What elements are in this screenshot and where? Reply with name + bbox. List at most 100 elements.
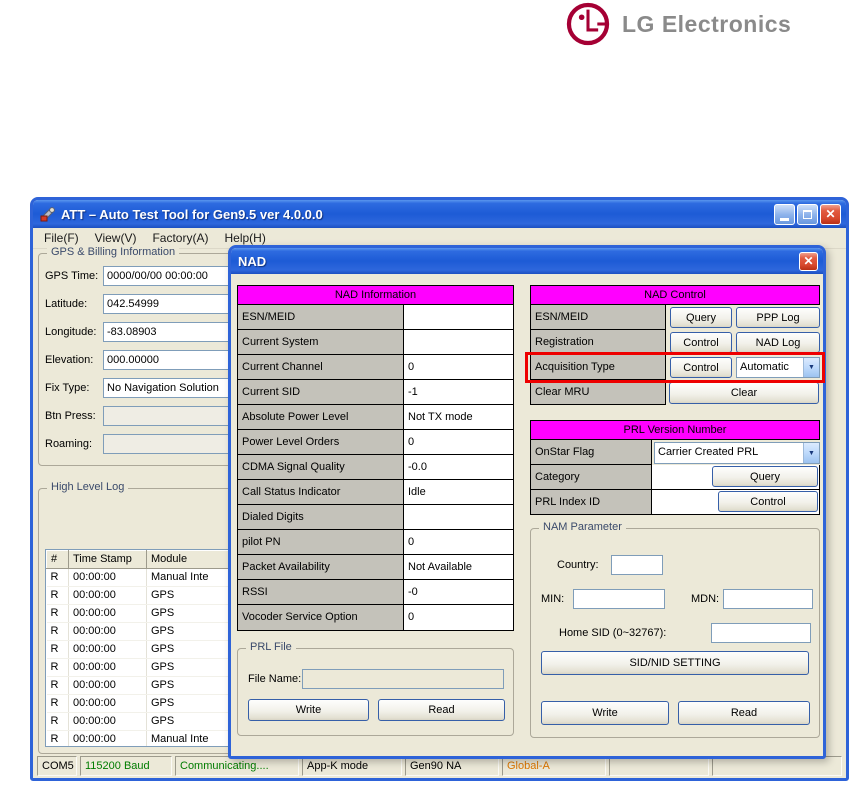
log-cell: 00:00:00 [68,604,147,623]
minimize-button[interactable] [774,203,795,225]
log-cell: 00:00:00 [68,658,147,677]
btn-press-label: Btn Press: [45,410,96,422]
acquisition-type-row: Acquisition Type Control Automatic ▼ [530,355,820,380]
lg-logo: LG Electronics [566,2,791,46]
prl-index-label: PRL Index ID [530,490,652,515]
log-cell: R [46,586,69,605]
file-name-input[interactable] [302,669,504,689]
status-baud: 115200 Baud [80,756,172,776]
esn-query-button[interactable]: Query [670,307,732,328]
registration-control-button[interactable]: Control [670,332,732,353]
nad-info-label: Packet Availability [238,555,404,580]
prl-file-group: PRL File File Name: Write Read [237,641,514,736]
close-icon: ✕ [825,207,836,221]
prl-version-rows: OnStar Flag Carrier Created PRL ▼ Catego… [530,440,820,515]
category-value-cell: Query [652,465,820,490]
nad-info-label: Absolute Power Level [238,405,404,430]
status-communicating: Communicating.... [175,756,299,776]
nam-write-button[interactable]: Write [541,701,669,725]
category-row: Category Query [530,465,820,490]
close-button[interactable]: ✕ [820,203,841,225]
nad-info-label: pilot PN [238,530,404,555]
esn-meid-row: ESN/MEID Query PPP Log [530,305,820,330]
nad-info-value: -0 [404,580,513,605]
log-cell: 00:00:00 [68,568,147,587]
prl-version-header: PRL Version Number [530,420,820,440]
nad-info-label: CDMA Signal Quality [238,455,404,480]
gps-time-label: GPS Time: [45,270,99,282]
log-cell: R [46,640,69,659]
nad-info-label: ESN/MEID [238,305,404,330]
nad-info-value: -0.0 [404,455,513,480]
roaming-label: Roaming: [45,438,93,450]
acquisition-type-value: Automatic [740,361,789,373]
nad-info-value: -1 [404,380,513,405]
menu-file[interactable]: File(F) [36,229,87,247]
status-empty-1 [609,756,709,776]
chevron-down-icon: ▼ [803,443,819,463]
category-label: Category [530,465,652,490]
nad-info-value: 0 [408,611,415,623]
status-gen90: Gen90 NA [405,756,499,776]
registration-row: Registration Control NAD Log [530,330,820,355]
nam-group-title: NAM Parameter [539,521,626,533]
menu-view[interactable]: View(V) [87,229,145,247]
prl-index-control-button[interactable]: Control [718,491,818,512]
log-cell: R [46,622,69,641]
acquisition-type-select[interactable]: Automatic ▼ [736,357,820,378]
country-input[interactable] [611,555,663,575]
log-group-title: High Level Log [47,481,129,493]
onstar-flag-select[interactable]: Carrier Created PRL ▼ [654,442,820,464]
log-cell: 00:00:00 [68,712,147,731]
log-cell: R [46,568,69,587]
nad-info-value: Not Available [404,555,513,580]
maximize-button[interactable] [797,203,818,225]
chevron-down-icon: ▼ [803,358,819,377]
log-cell: R [46,712,69,731]
acquisition-type-label: Acquisition Type [530,355,666,380]
nad-dialog-title: NAD [238,253,267,269]
prl-file-read-button[interactable]: Read [378,699,505,721]
nad-log-button[interactable]: NAD Log [736,332,820,353]
lg-logo-text: LG Electronics [622,10,792,37]
esn-meid-label: ESN/MEID [530,305,666,330]
clear-mru-row: Clear MRU Clear [530,380,820,405]
nam-read-button[interactable]: Read [678,701,810,725]
country-label: Country: [557,559,599,571]
minimize-icon [780,217,789,221]
mdn-input[interactable] [723,589,813,609]
min-input[interactable] [573,589,665,609]
log-header-timestamp[interactable]: Time Stamp [68,550,147,569]
log-cell: R [46,694,69,713]
prl-file-group-title: PRL File [246,641,296,653]
home-sid-input[interactable] [711,623,811,643]
prl-file-write-button[interactable]: Write [248,699,369,721]
log-cell: 00:00:00 [68,676,147,695]
sid-nid-setting-button[interactable]: SID/NID SETTING [541,651,809,675]
nad-information-table: ESN/MEID Current System Current Channel 0… [237,305,514,631]
log-cell: R [46,604,69,623]
latitude-label: Latitude: [45,298,88,310]
lg-logo-icon [566,2,610,46]
longitude-label: Longitude: [45,326,97,338]
main-window-titlebar[interactable]: ATT – Auto Test Tool for Gen9.5 ver 4.0.… [33,200,846,228]
nad-info-label: Current SID [238,380,404,405]
nad-info-label: Dialed Digits [238,505,404,530]
close-icon: ✕ [803,254,814,268]
log-header-index[interactable]: # [46,550,69,569]
nad-dialog-titlebar[interactable]: NAD ✕ [231,248,823,274]
prl-index-value-cell: Control [652,490,820,515]
ppp-log-button[interactable]: PPP Log [736,307,820,328]
fix-type-label: Fix Type: [45,382,90,394]
nad-info-label: RSSI [238,580,404,605]
log-cell: R [46,730,69,746]
acquisition-control-button[interactable]: Control [670,357,732,378]
log-cell: R [46,658,69,677]
clear-mru-button[interactable]: Clear [669,381,819,404]
nad-info-label: Vocoder Service Option [238,605,404,630]
nad-close-button[interactable]: ✕ [799,251,818,271]
category-query-button[interactable]: Query [712,466,818,487]
nad-information-header: NAD Information [237,285,514,305]
app-icon [40,207,55,222]
menu-factory[interactable]: Factory(A) [144,229,216,247]
